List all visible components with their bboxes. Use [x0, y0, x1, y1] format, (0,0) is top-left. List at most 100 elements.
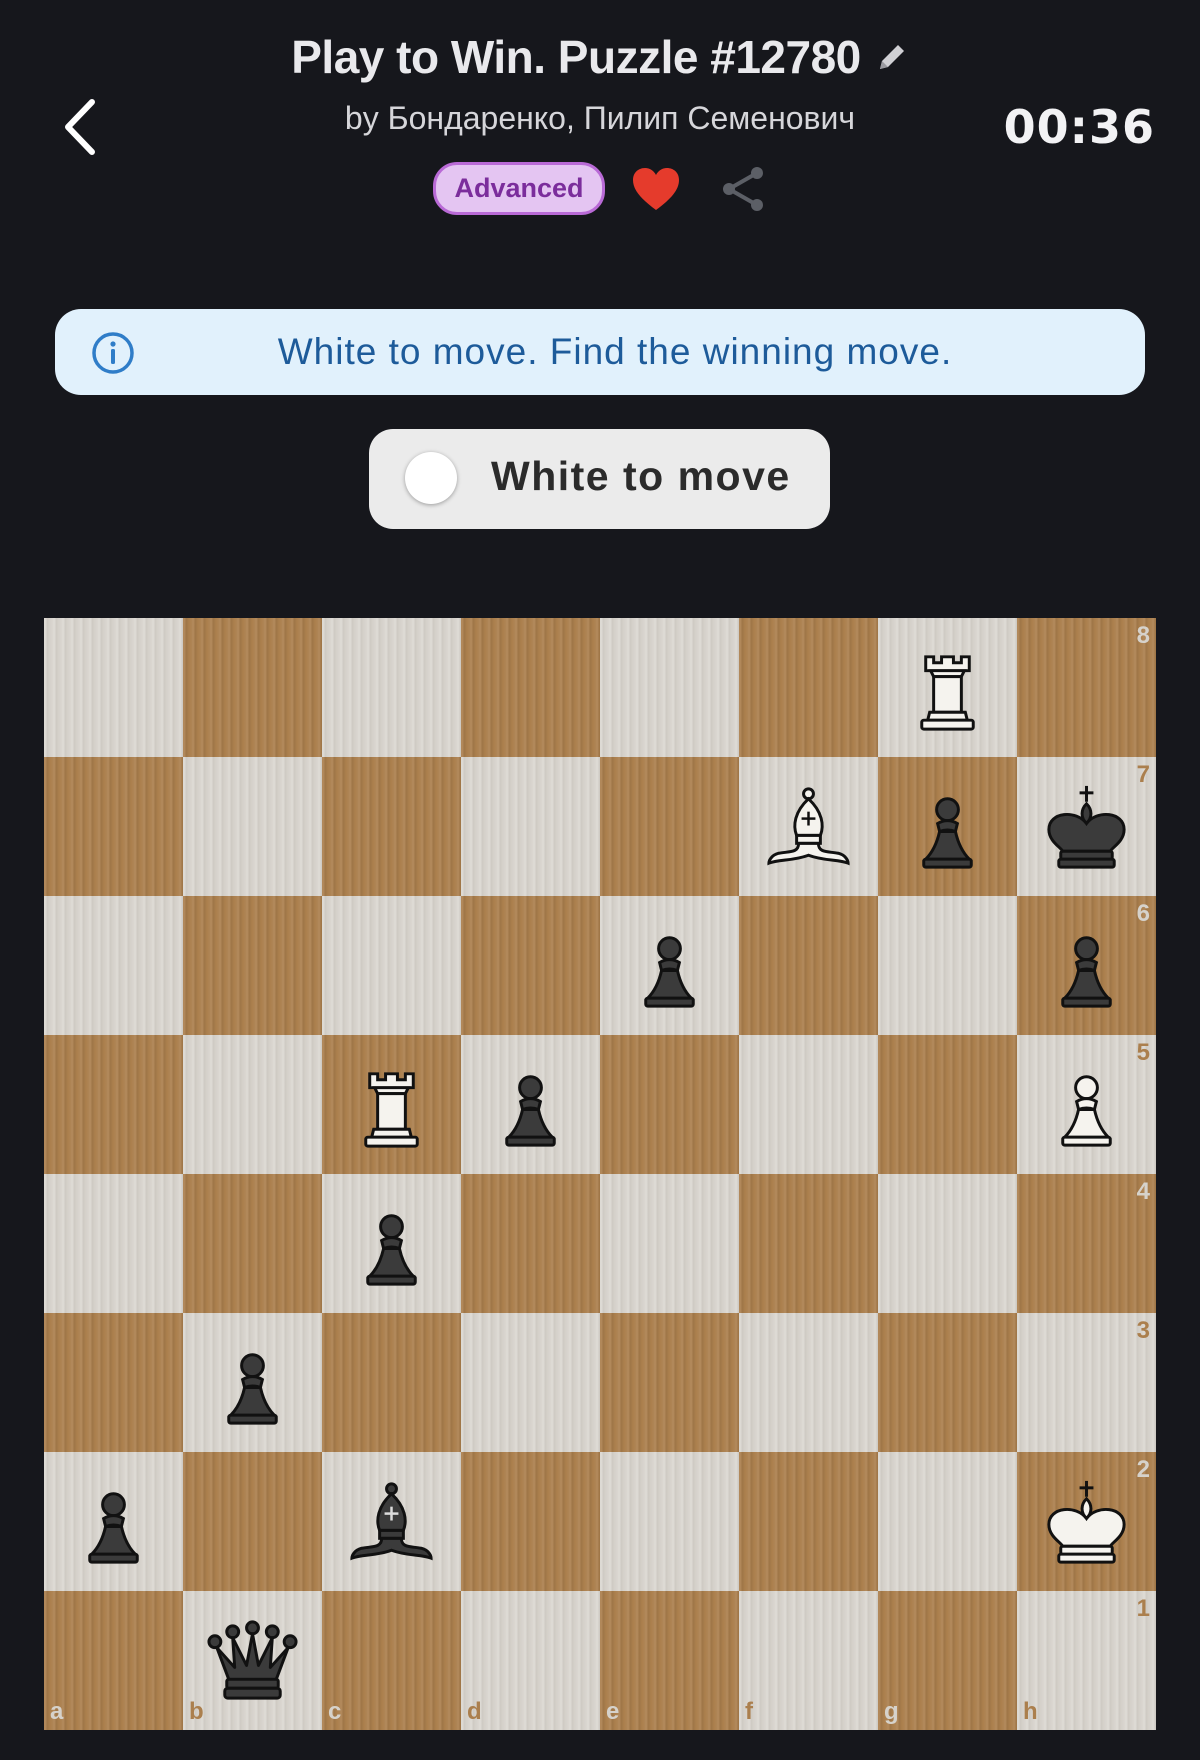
- square-e8[interactable]: [600, 618, 739, 757]
- info-icon: [92, 332, 134, 374]
- square-a6[interactable]: [44, 896, 183, 1035]
- black-pawn-icon: [227, 1353, 278, 1425]
- white-pawn-h5[interactable]: [1037, 1049, 1136, 1162]
- square-d1[interactable]: d: [461, 1591, 600, 1730]
- black-pawn-g7[interactable]: [898, 771, 997, 884]
- square-b8[interactable]: [183, 618, 322, 757]
- square-c7[interactable]: [322, 757, 461, 896]
- rank-label: 8: [1136, 622, 1150, 649]
- page-title: Play to Win. Puzzle #12780: [291, 31, 861, 83]
- square-b2[interactable]: [183, 1452, 322, 1591]
- file-label: c: [328, 1698, 342, 1725]
- black-pawn-h6[interactable]: [1037, 910, 1136, 1023]
- square-e4[interactable]: [600, 1174, 739, 1313]
- rank-label: 4: [1136, 1178, 1150, 1205]
- square-g4[interactable]: [878, 1174, 1017, 1313]
- square-f2[interactable]: [739, 1452, 878, 1591]
- share-icon[interactable]: [719, 165, 767, 213]
- black-pawn-c4[interactable]: [342, 1188, 441, 1301]
- square-a1[interactable]: a: [44, 1591, 183, 1730]
- square-c8[interactable]: [322, 618, 461, 757]
- square-a5[interactable]: [44, 1035, 183, 1174]
- square-e7[interactable]: [600, 757, 739, 896]
- black-king-icon: [1047, 785, 1126, 869]
- square-f1[interactable]: f: [739, 1591, 878, 1730]
- square-a8[interactable]: [44, 618, 183, 757]
- square-e3[interactable]: [600, 1313, 739, 1452]
- title-row: Play to Win. Puzzle #12780: [0, 30, 1200, 84]
- heart-icon[interactable]: [631, 166, 681, 212]
- black-queen-b1[interactable]: [203, 1605, 302, 1718]
- black-pawn-a2[interactable]: [64, 1466, 163, 1579]
- square-f3[interactable]: [739, 1313, 878, 1452]
- square-h8[interactable]: 8: [1017, 618, 1156, 757]
- difficulty-badge: Advanced: [433, 162, 605, 215]
- white-turn-dot: [405, 452, 457, 504]
- square-d7[interactable]: [461, 757, 600, 896]
- square-f6[interactable]: [739, 896, 878, 1035]
- square-a7[interactable]: [44, 757, 183, 896]
- rank-label: 7: [1136, 761, 1150, 788]
- square-d4[interactable]: [461, 1174, 600, 1313]
- square-e2[interactable]: [600, 1452, 739, 1591]
- square-b4[interactable]: [183, 1174, 322, 1313]
- square-g3[interactable]: [878, 1313, 1017, 1452]
- square-c6[interactable]: [322, 896, 461, 1035]
- black-pawn-d5[interactable]: [481, 1049, 580, 1162]
- square-g5[interactable]: [878, 1035, 1017, 1174]
- square-d3[interactable]: [461, 1313, 600, 1452]
- puzzle-header: Play to Win. Puzzle #12780 by Бондаренко…: [0, 0, 1200, 260]
- square-e5[interactable]: [600, 1035, 739, 1174]
- square-f5[interactable]: [739, 1035, 878, 1174]
- white-bishop-f7[interactable]: [759, 771, 858, 884]
- instruction-banner: White to move. Find the winning move.: [55, 309, 1145, 395]
- black-queen-icon: [207, 1620, 298, 1700]
- file-label: b: [189, 1698, 204, 1725]
- square-g2[interactable]: [878, 1452, 1017, 1591]
- square-e1[interactable]: e: [600, 1591, 739, 1730]
- square-d6[interactable]: [461, 896, 600, 1035]
- black-pawn-icon: [88, 1492, 139, 1564]
- square-h3[interactable]: 3: [1017, 1313, 1156, 1452]
- square-b6[interactable]: [183, 896, 322, 1035]
- square-f8[interactable]: [739, 618, 878, 757]
- file-label: h: [1023, 1698, 1038, 1725]
- file-label: a: [50, 1698, 64, 1725]
- puzzle-timer: 00:36: [1003, 100, 1155, 154]
- black-bishop-c2[interactable]: [342, 1466, 441, 1579]
- white-bishop-icon: [767, 787, 850, 866]
- square-c3[interactable]: [322, 1313, 461, 1452]
- white-rook-icon: [920, 655, 975, 731]
- square-b7[interactable]: [183, 757, 322, 896]
- black-king-h7[interactable]: [1037, 771, 1136, 884]
- chess-board[interactable]: 8765432abcdefg1h: [44, 618, 1156, 1730]
- square-h1[interactable]: 1h: [1017, 1591, 1156, 1730]
- square-g6[interactable]: [878, 896, 1017, 1035]
- file-label: f: [745, 1698, 753, 1725]
- black-pawn-icon: [922, 797, 973, 869]
- rank-label: 2: [1136, 1456, 1150, 1483]
- square-b5[interactable]: [183, 1035, 322, 1174]
- square-h4[interactable]: 4: [1017, 1174, 1156, 1313]
- white-rook-c5[interactable]: [342, 1049, 441, 1162]
- rank-label: 1: [1136, 1595, 1150, 1622]
- instruction-text: White to move. Find the winning move.: [277, 331, 953, 372]
- black-bishop-icon: [350, 1482, 433, 1561]
- turn-indicator[interactable]: White to move: [369, 429, 830, 529]
- white-king-h2[interactable]: [1037, 1466, 1136, 1579]
- file-label: g: [884, 1698, 899, 1725]
- white-king-icon: [1047, 1480, 1126, 1564]
- square-g1[interactable]: g: [878, 1591, 1017, 1730]
- square-c1[interactable]: c: [322, 1591, 461, 1730]
- square-f4[interactable]: [739, 1174, 878, 1313]
- square-d2[interactable]: [461, 1452, 600, 1591]
- black-pawn-e6[interactable]: [620, 910, 719, 1023]
- black-pawn-b3[interactable]: [203, 1327, 302, 1440]
- white-pawn-icon: [1061, 1075, 1112, 1147]
- square-a4[interactable]: [44, 1174, 183, 1313]
- square-d8[interactable]: [461, 618, 600, 757]
- pencil-icon[interactable]: [875, 40, 909, 74]
- square-a3[interactable]: [44, 1313, 183, 1452]
- black-pawn-icon: [644, 936, 695, 1008]
- white-rook-g8[interactable]: [898, 632, 997, 745]
